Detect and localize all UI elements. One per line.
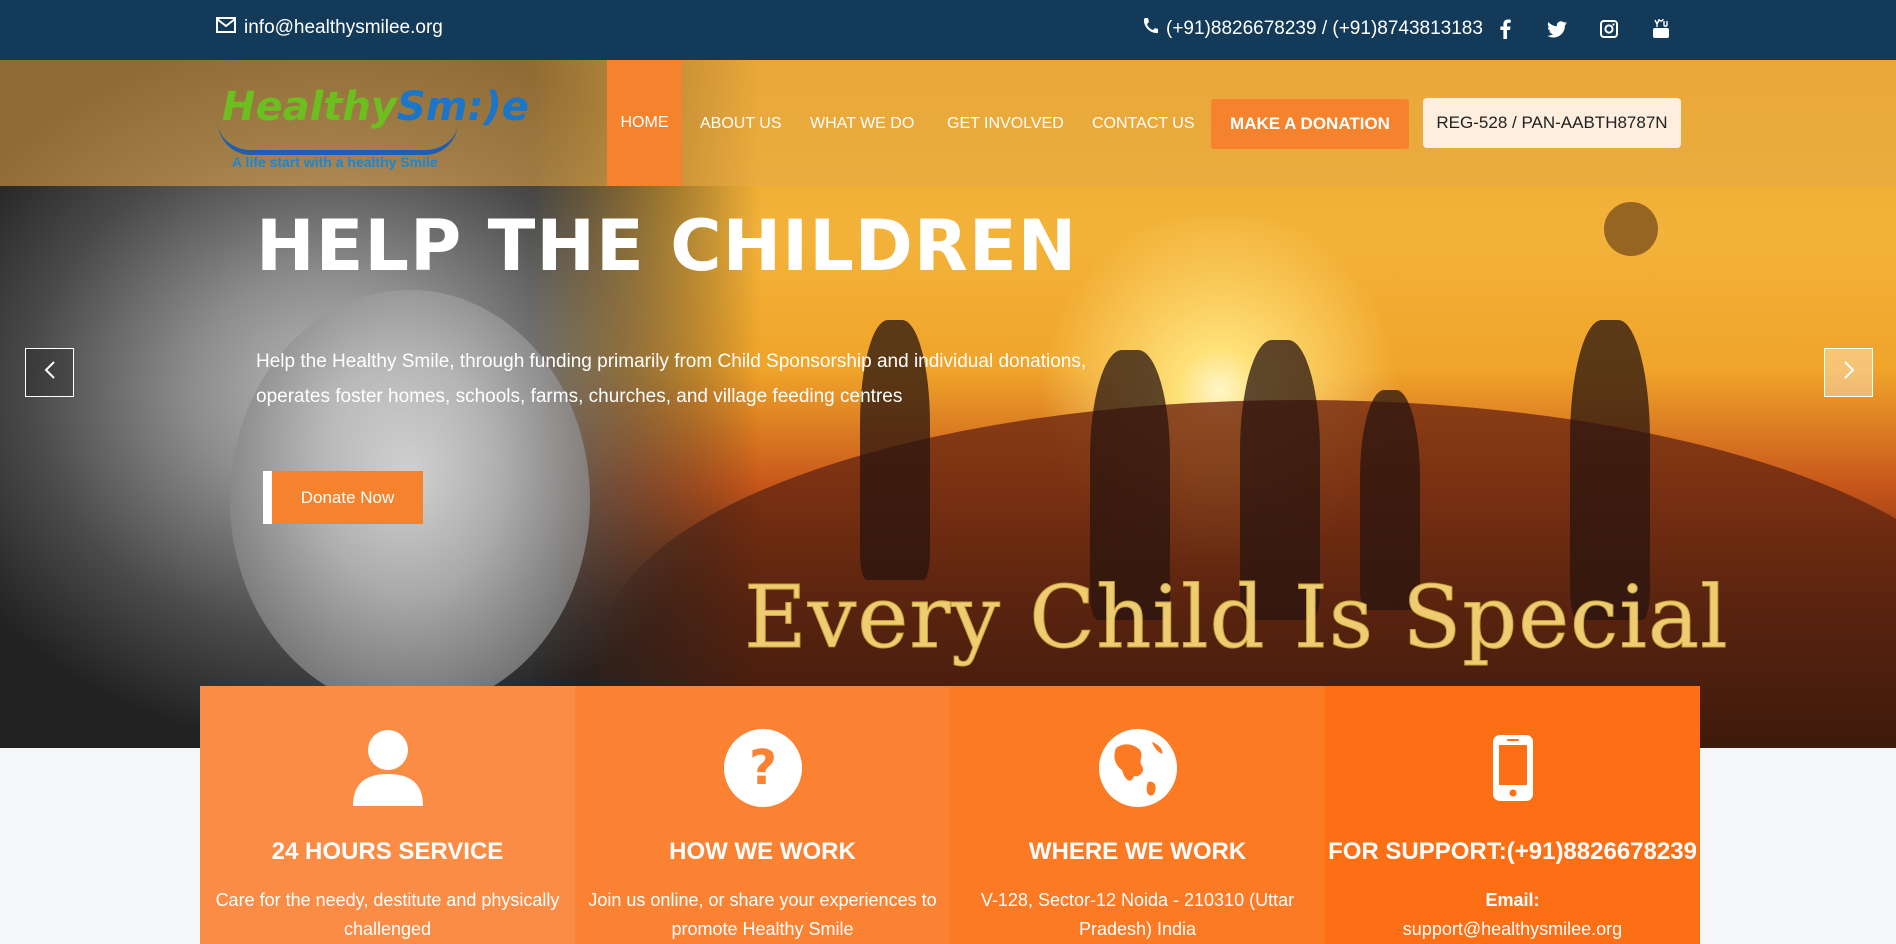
slider-next-button[interactable] xyxy=(1824,348,1873,397)
feature-title: FOR SUPPORT:(+91)8826678239 xyxy=(1328,838,1697,865)
top-bar: info@healthysmilee.org (+91)8826678239 /… xyxy=(0,0,1896,60)
social-links xyxy=(1492,16,1674,42)
youtube-icon[interactable] xyxy=(1648,16,1674,42)
question-icon: ? xyxy=(723,728,803,808)
feature-desc: Care for the needy, destitute and physic… xyxy=(215,890,560,939)
nav-what-we-do[interactable]: WHAT WE DO xyxy=(810,115,914,133)
feature-card: FOR SUPPORT:(+91)8826678239 Email: suppo… xyxy=(1325,686,1700,944)
logo-swoosh xyxy=(218,122,458,155)
instagram-icon[interactable] xyxy=(1596,16,1622,42)
feature-card: ? HOW WE WORK Join us online, or share y… xyxy=(575,686,950,944)
make-donation-button[interactable]: MAKE A DONATION xyxy=(1211,99,1409,149)
user-icon xyxy=(348,728,428,808)
features-strip: 24 HOURS SERVICE Care for the needy, des… xyxy=(200,686,1700,944)
hero-banner-text: Every Child Is Special xyxy=(744,568,1729,669)
feature-desc: Join us online, or share your experience… xyxy=(588,890,937,939)
feature-title: 24 HOURS SERVICE xyxy=(271,838,504,865)
feature-desc: Email: support@healthysmilee.org xyxy=(1333,886,1692,944)
top-phone[interactable]: (+91)8826678239 / (+91)8743813183 xyxy=(1142,17,1483,41)
registration-badge: REG-528 / PAN-AABTH8787N xyxy=(1423,98,1681,148)
feature-card: WHERE WE WORK V-128, Sector-12 Noida - 2… xyxy=(950,686,1325,944)
mobile-icon xyxy=(1473,728,1553,808)
feature-card: 24 HOURS SERVICE Care for the needy, des… xyxy=(200,686,575,944)
top-email[interactable]: info@healthysmilee.org xyxy=(216,17,443,39)
twitter-icon[interactable] xyxy=(1544,16,1570,42)
hero-subtext: Help the Healthy Smile, through funding … xyxy=(256,351,1087,407)
envelope-icon xyxy=(216,17,236,39)
phone-icon xyxy=(1142,17,1158,41)
feature-title: WHERE WE WORK xyxy=(1028,838,1247,865)
svg-text:?: ? xyxy=(749,740,777,796)
donate-now-button[interactable]: Donate Now xyxy=(263,471,423,524)
feature-desc: V-128, Sector-12 Noida - 210310 (Uttar P… xyxy=(980,890,1295,939)
top-email-text: info@healthysmilee.org xyxy=(244,17,443,38)
support-email-label: Email: xyxy=(1485,890,1540,910)
nav-get-involved[interactable]: GET INVOLVED xyxy=(947,115,1064,133)
facebook-icon[interactable] xyxy=(1492,16,1518,42)
site-logo[interactable]: HealthySm:)e A life start with a healthy… xyxy=(218,74,529,174)
support-email[interactable]: support@healthysmilee.org xyxy=(1333,915,1692,944)
chevron-right-icon xyxy=(1842,360,1856,385)
hero-headline: HELP THE CHILDREN xyxy=(256,205,1078,287)
chevron-left-icon xyxy=(43,360,57,385)
slider-prev-button[interactable] xyxy=(25,348,74,397)
top-phone-text: (+91)8826678239 / (+91)8743813183 xyxy=(1166,18,1483,39)
nav-home[interactable]: HOME xyxy=(607,60,682,186)
logo-tagline: A life start with a healthy Smile xyxy=(232,154,438,170)
hero-ball xyxy=(1604,202,1658,256)
globe-icon xyxy=(1098,728,1178,808)
feature-title: HOW WE WORK xyxy=(669,838,856,865)
nav-about-us[interactable]: ABOUT US xyxy=(700,115,782,133)
nav-contact-us[interactable]: CONTACT US xyxy=(1092,115,1195,133)
